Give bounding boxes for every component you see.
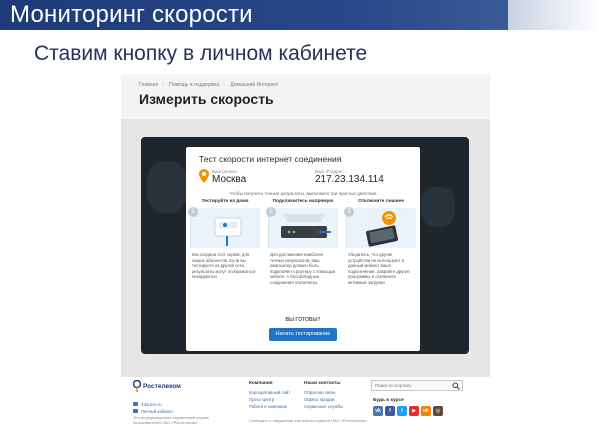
start-test-button[interactable]: Начать тестирование xyxy=(269,328,337,341)
breadcrumb-separator: › xyxy=(162,82,164,88)
step-2: Подключитесь напрямую 2 Для достижения н… xyxy=(264,199,342,309)
link-press-center[interactable]: Пресс-центр xyxy=(249,397,274,402)
slide-title: Мониторинг скорости xyxy=(10,1,253,29)
step-1-illustration xyxy=(190,208,260,248)
ip-value: 217.23.134.114 xyxy=(315,174,384,185)
step-text: Убедитесь, что другие устройства не испо… xyxy=(348,252,414,286)
step-title: Тестируйте из дома xyxy=(186,199,264,204)
vk-icon[interactable]: vk xyxy=(373,406,383,416)
step-title: Отключите лишнее xyxy=(342,199,420,204)
region-value[interactable]: Москва xyxy=(212,174,246,185)
location-pin-icon xyxy=(199,169,209,183)
slide-title-bar: Мониторинг скорости xyxy=(0,0,508,30)
youtube-icon[interactable]: ▶ xyxy=(409,406,419,416)
hero-section: Тест скорости интернет соединения Ваш ре… xyxy=(121,119,490,377)
odnoklassniki-icon[interactable]: ok xyxy=(421,406,431,416)
map-landmass xyxy=(147,161,187,213)
card-title: Тест скорости интернет соединения xyxy=(199,154,341,164)
rostelecom-logo-icon xyxy=(133,380,141,392)
globe-icon xyxy=(133,402,138,406)
breadcrumb: Главная › Помощь и поддержка › Домашний Ин… xyxy=(139,82,282,88)
step-text: Мы создали этот сервис для наших абонент… xyxy=(192,252,258,280)
footer-search-input[interactable] xyxy=(371,380,463,391)
link-corporate-site[interactable]: Корпоративный сайт xyxy=(249,390,290,395)
search-icon[interactable] xyxy=(452,382,460,390)
ethics-report-link[interactable]: Сообщить о нарушении этического кодекса … xyxy=(249,418,367,423)
wifi-phone-icon xyxy=(347,208,417,248)
speedtest-card: Тест скорости интернет соединения Ваш ре… xyxy=(186,147,420,351)
step-2-illustration xyxy=(268,208,338,248)
link-careers[interactable]: Работа в компании xyxy=(249,404,287,409)
slide-title-fade xyxy=(508,0,600,30)
contacts-heading: Наши контакты xyxy=(304,381,340,386)
user-icon xyxy=(133,409,138,413)
step-number: 1 xyxy=(188,207,198,217)
breadcrumb-separator: › xyxy=(223,82,225,88)
step-number: 2 xyxy=(266,207,276,217)
slide-subtitle: Ставим кнопку в личном кабинете xyxy=(34,41,367,67)
facebook-icon[interactable]: f xyxy=(385,406,395,416)
site-footer: Ростелеком Zdorovo.ru Личный кабинет Это… xyxy=(121,377,490,438)
link-zdorovo[interactable]: Zdorovo.ru xyxy=(141,402,162,407)
link-feedback[interactable]: Обратная связь xyxy=(304,390,336,395)
link-personal-cabinet[interactable]: Личный кабинет xyxy=(141,409,173,414)
background-map: Тест скорости интернет соединения Ваш ре… xyxy=(141,137,469,354)
router-icon xyxy=(191,208,261,248)
social-heading: Будь в курсе xyxy=(373,398,404,403)
link-service[interactable]: Сервисные службы xyxy=(304,404,343,409)
company-heading: Компания xyxy=(249,381,273,386)
ethernet-router-icon xyxy=(269,208,339,248)
twitter-icon[interactable]: t xyxy=(397,406,407,416)
step-title: Подключитесь напрямую xyxy=(264,199,342,204)
website-screenshot: Главная › Помощь и поддержка › Домашний Ин… xyxy=(121,74,490,438)
step-3-illustration xyxy=(346,208,416,248)
step-number: 3 xyxy=(344,207,354,217)
page-title: Измерить скорость xyxy=(139,91,274,107)
instagram-icon[interactable]: ◎ xyxy=(433,406,443,416)
footer-note: Это информационно-справочный сервис поль… xyxy=(133,416,233,426)
logo-text: Ростелеком xyxy=(143,383,181,390)
link-sales-offices[interactable]: Офисы продаж xyxy=(304,397,335,402)
step-text: Для достижения наиболее точных результат… xyxy=(270,252,336,286)
map-landmass xyxy=(421,187,455,227)
breadcrumb-item-home[interactable]: Главная xyxy=(139,82,158,88)
steps-intro: Чтобы получить точные результаты, выполн… xyxy=(186,191,420,196)
step-3: Отключите лишнее 3 Убедитесь, что другие… xyxy=(342,199,420,309)
site-header: Главная › Помощь и поддержка › Домашний Ин… xyxy=(121,74,490,119)
step-1: Тестируйте из дома 1 Мы создали этот сер… xyxy=(186,199,264,309)
breadcrumb-item-help[interactable]: Помощь и поддержка xyxy=(169,82,219,88)
breadcrumb-item-internet[interactable]: Домашний Интернет xyxy=(230,82,278,88)
ready-label: ВЫ ГОТОВЫ? xyxy=(186,317,420,323)
